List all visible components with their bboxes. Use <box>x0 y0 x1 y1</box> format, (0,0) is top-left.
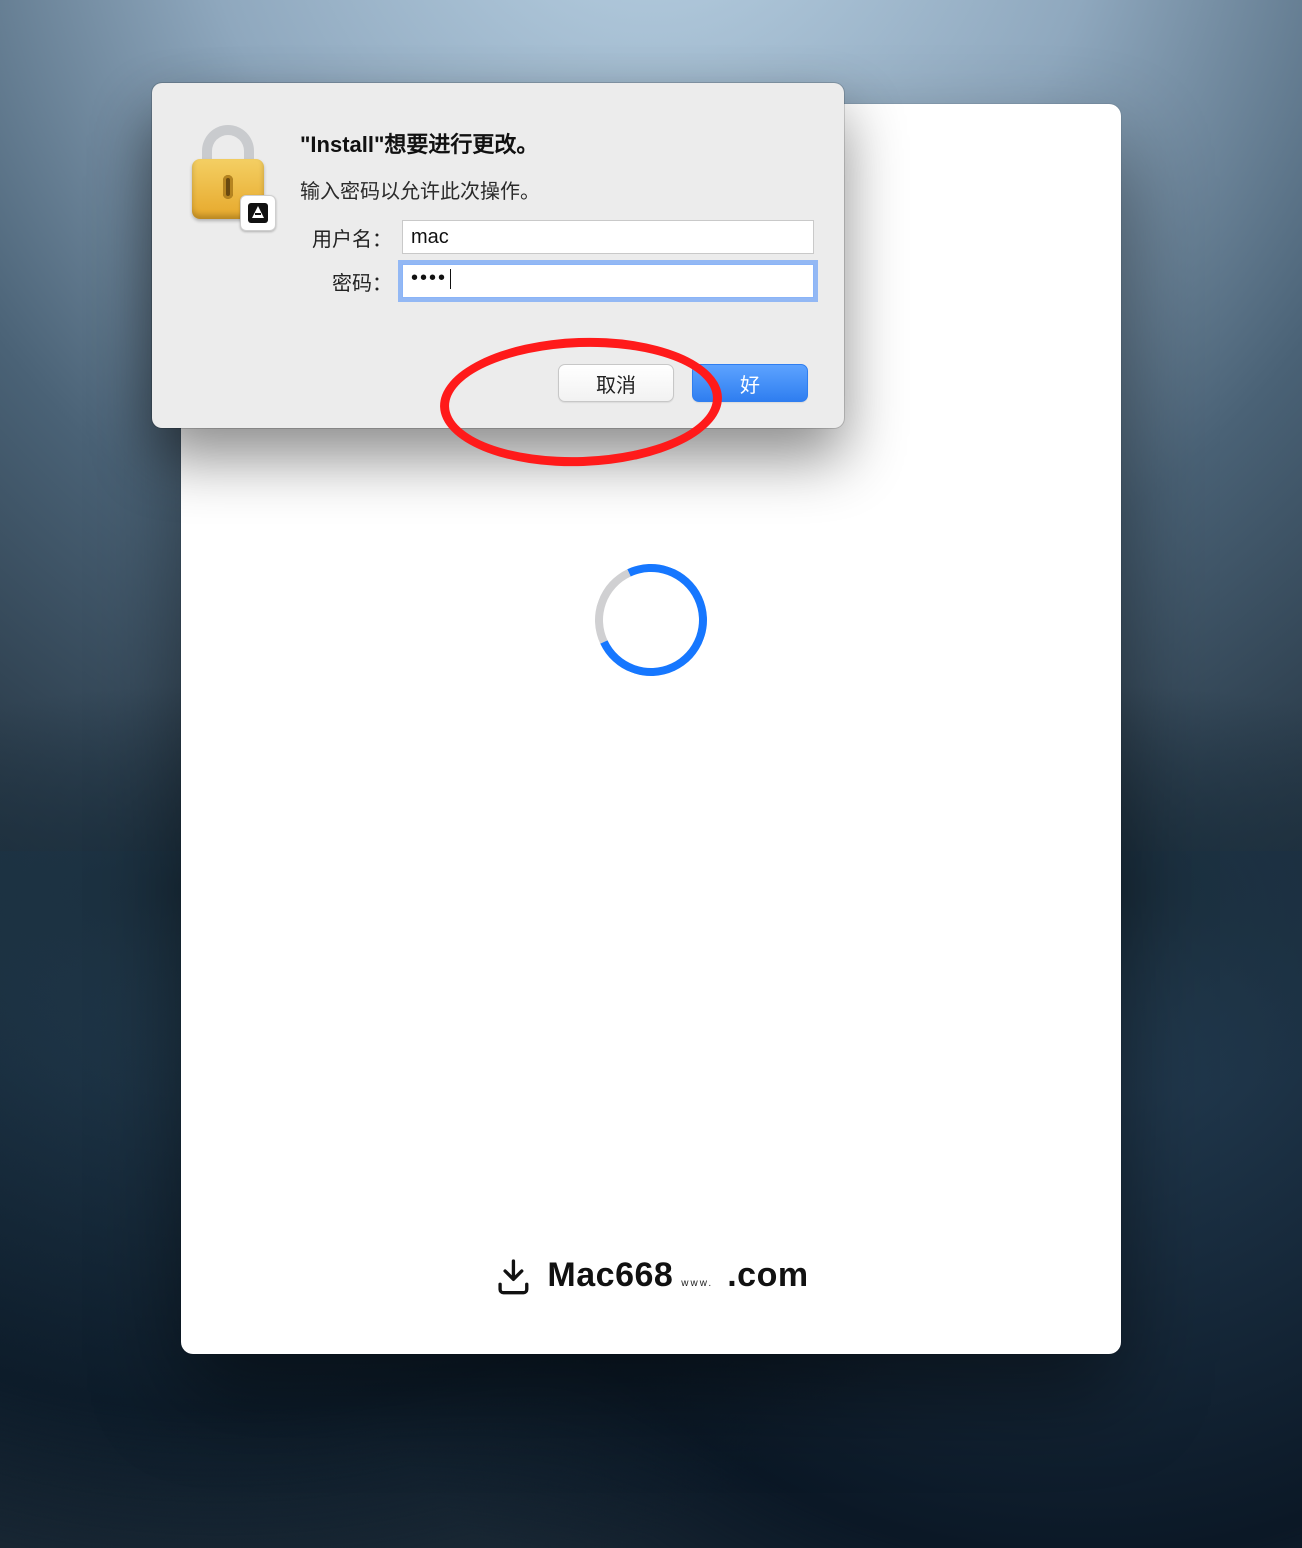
text-caret-icon <box>450 269 451 289</box>
lock-icon <box>186 125 270 225</box>
username-label: 用户名： <box>300 223 392 252</box>
dialog-title: "Install"想要进行更改。 <box>300 127 814 159</box>
loading-spinner-icon <box>579 548 723 692</box>
password-input[interactable]: •••• <box>402 264 814 298</box>
brand-www: www. <box>681 1278 713 1289</box>
ok-button[interactable]: 好 <box>692 364 808 402</box>
password-mask: •••• <box>411 267 447 289</box>
username-input[interactable] <box>402 220 814 254</box>
auth-dialog: "Install"想要进行更改。 输入密码以允许此次操作。 用户名： 密码： •… <box>152 83 844 428</box>
password-label: 密码： <box>300 267 392 296</box>
cancel-button-label: 取消 <box>596 369 636 398</box>
download-icon <box>493 1256 533 1296</box>
dialog-subtitle: 输入密码以允许此次操作。 <box>300 175 814 204</box>
ok-button-label: 好 <box>740 369 760 398</box>
brand-footer: Mac668 www. .com <box>493 1256 808 1296</box>
cancel-button[interactable]: 取消 <box>558 364 674 402</box>
brand-name: Mac668 <box>547 1256 673 1295</box>
brand-com: .com <box>727 1256 808 1295</box>
adobe-badge-icon <box>248 203 268 223</box>
